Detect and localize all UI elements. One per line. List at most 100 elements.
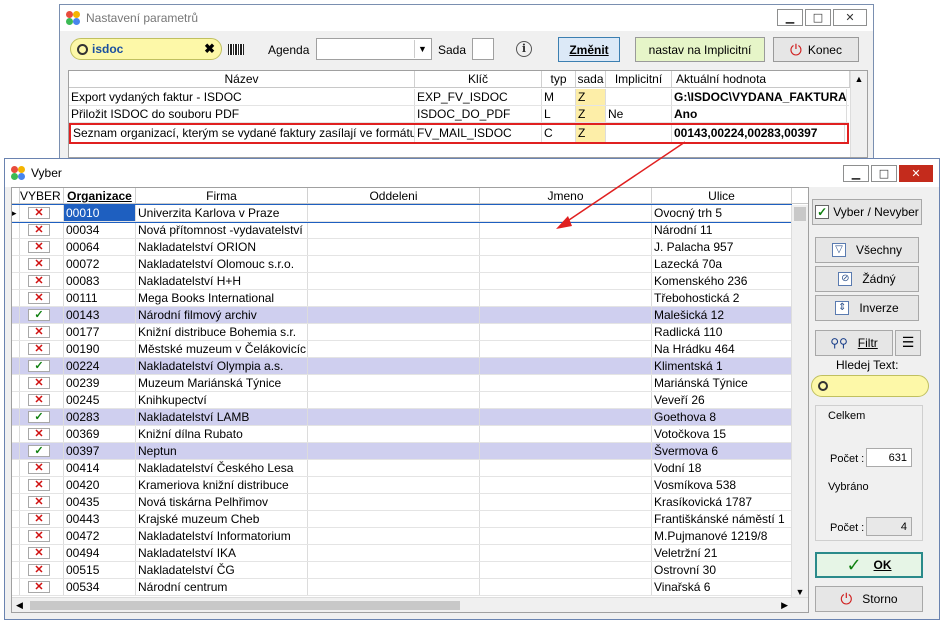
table-row[interactable]: ✕ 00443 Krajské muzeum Cheb Františkánské n… — [12, 511, 792, 528]
cross-icon[interactable]: ✕ — [28, 223, 50, 236]
ok-button[interactable]: ✓ OK — [815, 552, 923, 578]
cross-icon[interactable]: ✕ — [28, 206, 50, 219]
cross-icon[interactable]: ✕ — [28, 461, 50, 474]
table-row[interactable]: ✓ 00283 Nakladatelství LAMB Goethova 8 — [12, 409, 792, 426]
scroll-down-icon[interactable]: ▼ — [792, 587, 808, 597]
scroll-thumb[interactable] — [794, 207, 806, 221]
table-row[interactable]: ✕ 00420 Krameriova knižní distribuce Vosmík… — [12, 477, 792, 494]
barcode-icon[interactable] — [228, 44, 244, 55]
vyber-cell[interactable]: ✕ — [20, 239, 64, 255]
table-row[interactable]: ✕ 00111 Mega Books International Třebohosti… — [12, 290, 792, 307]
col-vyber[interactable]: VYBER — [20, 188, 64, 203]
col-ulice[interactable]: Ulice — [652, 188, 792, 203]
check-icon[interactable]: ✓ — [28, 359, 50, 372]
table-row[interactable]: ✕ 00414 Nakladatelství Českého Lesa Vodní 1… — [12, 460, 792, 477]
col-typ[interactable]: typ — [542, 71, 576, 87]
table-row[interactable]: ✕ 00190 Městské muzeum v Čelákovicíc Na Hrá… — [12, 341, 792, 358]
table-row[interactable]: ✕ 00034 Nová přítomnost -vydavatelství Náro… — [12, 222, 792, 239]
cross-icon[interactable]: ✕ — [28, 478, 50, 491]
vyber-cell[interactable]: ✕ — [20, 528, 64, 544]
table-row[interactable]: ✕ 00072 Nakladatelství Olomouc s.r.o. Lazec… — [12, 256, 792, 273]
table-row[interactable]: ✕ 00435 Nová tiskárna Pelhřimov Krasíkovick… — [12, 494, 792, 511]
table-row[interactable]: ✕ 00494 Nakladatelství IKA Veletržní 21 — [12, 545, 792, 562]
table-row[interactable]: ✕ 00534 Národní centrum Vinařská 6 — [12, 579, 792, 596]
vyber-cell[interactable]: ✕ — [20, 477, 64, 493]
table-row[interactable]: ✕ 00515 Nakladatelství ČG Ostrovní 30 — [12, 562, 792, 579]
params-row[interactable]: Přiložit ISDOC do souboru PDF ISDOC_DO_P… — [69, 106, 849, 123]
col-klic[interactable]: Klíč — [415, 71, 542, 87]
cross-icon[interactable]: ✕ — [28, 546, 50, 559]
scroll-left-icon[interactable]: ◀ — [16, 598, 23, 612]
col-implicitni[interactable]: Implicitní — [606, 71, 672, 87]
search-box[interactable]: isdoc ✖ — [70, 38, 222, 60]
cross-icon[interactable]: ✕ — [28, 512, 50, 525]
cross-icon[interactable]: ✕ — [28, 563, 50, 576]
menu-button[interactable]: ☰ — [895, 330, 921, 356]
vyber-horizontal-scrollbar[interactable]: ◀ ▶ — [12, 597, 808, 612]
vyber-cell[interactable]: ✓ — [20, 443, 64, 459]
cross-icon[interactable]: ✕ — [28, 427, 50, 440]
table-row[interactable]: ✓ 00143 Národní filmový archiv Malešická 12 — [12, 307, 792, 324]
set-default-button[interactable]: nastav na Implicitní — [635, 37, 765, 62]
cross-icon[interactable]: ✕ — [28, 376, 50, 389]
vyber-cell[interactable]: ✕ — [20, 460, 64, 476]
vyber-cell[interactable]: ✕ — [20, 579, 64, 595]
table-row[interactable]: ✓ 00397 Neptun Švermova 6 — [12, 443, 792, 460]
cross-icon[interactable]: ✕ — [28, 393, 50, 406]
select-all-button[interactable]: ▽ Všechny — [815, 237, 919, 263]
scroll-right-icon[interactable]: ▶ — [781, 598, 788, 612]
close-window-button[interactable]: ✕ — [899, 165, 933, 182]
vyber-search-input[interactable] — [811, 375, 929, 397]
info-icon[interactable]: i — [516, 41, 532, 57]
filter-button[interactable]: ⚲⚲ Filtr — [815, 330, 893, 356]
cross-icon[interactable]: ✕ — [28, 257, 50, 270]
vyber-cell[interactable]: ✕ — [20, 341, 64, 357]
cross-icon[interactable]: ✕ — [28, 529, 50, 542]
vyber-cell[interactable]: ✕ — [20, 324, 64, 340]
maximize-button[interactable]: □ — [871, 165, 897, 182]
check-icon[interactable]: ✓ — [28, 410, 50, 423]
select-none-button[interactable]: ⊘ Žádný — [815, 266, 919, 292]
sada-input[interactable] — [472, 38, 494, 60]
col-organizace[interactable]: Organizace — [64, 188, 136, 203]
vyber-cell[interactable]: ✕ — [20, 256, 64, 272]
table-row[interactable]: ✓ 00224 Nakladatelství Olympia a.s. Kliment… — [12, 358, 792, 375]
col-nazev[interactable]: Název — [69, 71, 415, 87]
vyber-cell[interactable]: ✕ — [20, 375, 64, 391]
table-row[interactable]: ✕ 00177 Knižní distribuce Bohemia s.r. Radl… — [12, 324, 792, 341]
cross-icon[interactable]: ✕ — [28, 342, 50, 355]
invert-button[interactable]: ⇕ Inverze — [815, 295, 919, 321]
vyber-cell[interactable]: ✓ — [20, 358, 64, 374]
scroll-up-icon[interactable]: ▲ — [851, 71, 867, 87]
cross-icon[interactable]: ✕ — [28, 240, 50, 253]
vyber-cell[interactable]: ✕ — [20, 494, 64, 510]
params-row-highlighted[interactable]: Seznam organizací, kterým se vydané fakt… — [69, 123, 849, 144]
vyber-cell[interactable]: ✕ — [20, 290, 64, 306]
table-row[interactable]: ✕ 00369 Knižní dílna Rubato Votočkova 15 — [12, 426, 792, 443]
vyber-vertical-scrollbar[interactable]: ▼ — [791, 205, 808, 597]
vyber-cell[interactable]: ✕ — [20, 562, 64, 578]
cross-icon[interactable]: ✕ — [28, 274, 50, 287]
table-row[interactable]: ▸ ✕ 00010 Univerzita Karlova v Praze Ovocný … — [12, 204, 792, 223]
minimize-button[interactable]: ▁ — [777, 9, 803, 26]
close-window-button[interactable]: ✕ — [833, 9, 867, 26]
check-icon[interactable]: ✓ — [28, 444, 50, 457]
vyber-cell[interactable]: ✕ — [20, 205, 64, 221]
table-row[interactable]: ✕ 00239 Muzeum Mariánská Týnice Mariánská T… — [12, 375, 792, 392]
table-row[interactable]: ✕ 00083 Nakladatelství H+H Komenského 236 — [12, 273, 792, 290]
cross-icon[interactable]: ✕ — [28, 580, 50, 593]
col-aktualni[interactable]: Aktuální hodnota — [672, 71, 850, 87]
table-row[interactable]: ✕ 00245 Knihkupectví Veveří 26 — [12, 392, 792, 409]
col-sada[interactable]: sada — [576, 71, 606, 87]
agenda-select[interactable]: ▼ — [316, 38, 432, 60]
h-scroll-thumb[interactable] — [30, 601, 460, 610]
params-row[interactable]: Export vydaných faktur - ISDOC EXP_FV_IS… — [69, 89, 849, 106]
table-row[interactable]: ✕ 00064 Nakladatelství ORION J. Palacha 957 — [12, 239, 792, 256]
clear-search-icon[interactable]: ✖ — [204, 41, 215, 57]
col-firma[interactable]: Firma — [136, 188, 308, 203]
cross-icon[interactable]: ✕ — [28, 325, 50, 338]
vyber-cell[interactable]: ✕ — [20, 392, 64, 408]
close-button[interactable]: ⏻ Konec — [773, 37, 859, 62]
vyber-cell[interactable]: ✓ — [20, 307, 64, 323]
cancel-button[interactable]: ⏻ Storno — [815, 586, 923, 612]
